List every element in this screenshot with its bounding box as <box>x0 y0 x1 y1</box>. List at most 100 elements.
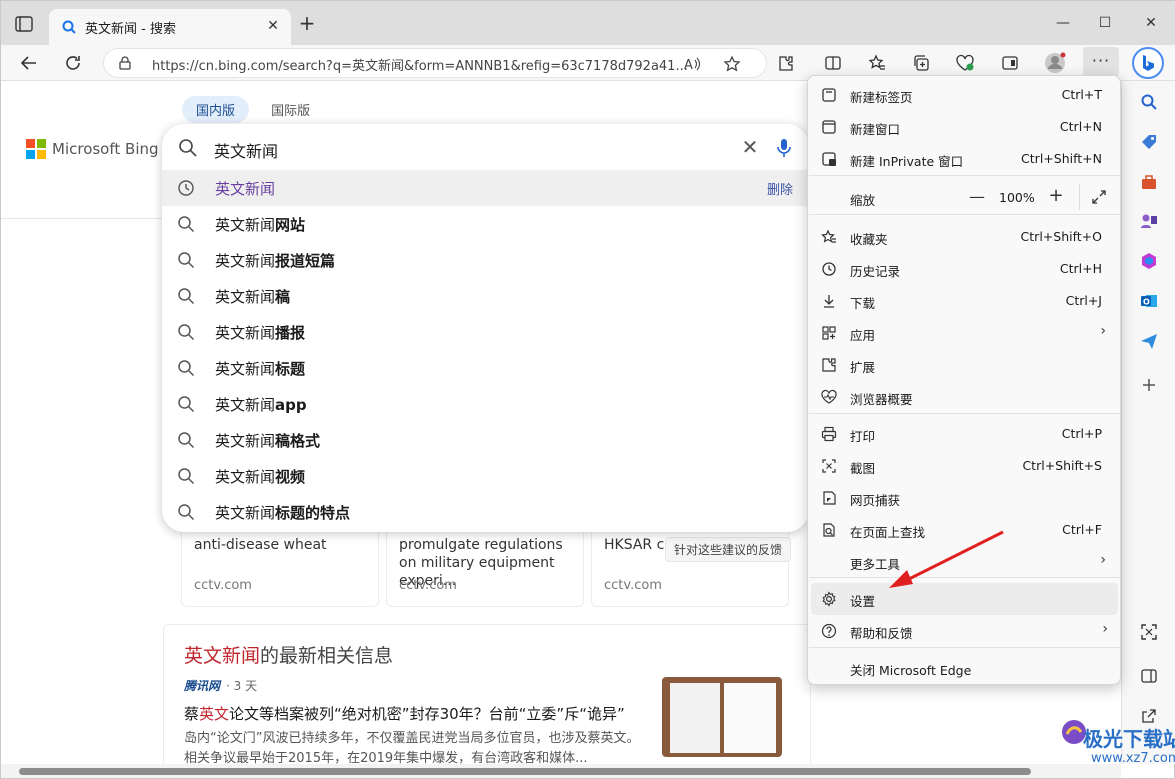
menu-item-extensions[interactable]: 扩展 <box>809 349 1120 381</box>
news-card-source: cctv.com <box>194 578 252 593</box>
sidebar-tools-icon[interactable] <box>1138 171 1160 193</box>
zoom-in-button[interactable]: + <box>1046 186 1066 206</box>
refresh-button[interactable] <box>59 49 87 77</box>
scope-tab-international[interactable]: 国际版 <box>257 96 324 123</box>
menu-item-shortcut: Ctrl+Shift+N <box>1021 151 1102 166</box>
sidebar-shopping-icon[interactable] <box>1138 131 1160 153</box>
sidebar-search-icon[interactable] <box>1138 91 1160 113</box>
menu-item-label: 新建标签页 <box>850 90 913 105</box>
menu-item-label: 新建 InPrivate 窗口 <box>850 154 964 169</box>
menu-item-shortcut: Ctrl+H <box>1059 261 1102 276</box>
delete-history-link[interactable]: 删除 <box>767 179 793 198</box>
menu-item-label: 历史记录 <box>850 264 901 279</box>
new-tab-button[interactable]: + <box>297 13 317 34</box>
url-text[interactable]: https://cn.bing.com/search?q=英文新闻&form=A… <box>152 55 692 74</box>
suggestion-feedback-link[interactable]: 针对这些建议的反馈 <box>665 537 792 562</box>
search-suggestion-item[interactable]: 英文新闻稿 <box>162 278 809 314</box>
menu-item-help-and-feedback[interactable]: 帮助和反馈 › <box>809 615 1120 647</box>
sidebar-add-icon[interactable] <box>1138 374 1160 396</box>
search-suggestion-item[interactable]: 英文新闻网站 <box>162 206 809 242</box>
menu-item-downloads[interactable]: 下载 Ctrl+J <box>809 285 1120 317</box>
read-aloud-icon[interactable]: A <box>682 54 702 74</box>
minimize-button[interactable]: — <box>1053 13 1073 33</box>
bing-copilot-icon[interactable] <box>1132 47 1164 79</box>
menu-item-favorites[interactable]: 收藏夹 Ctrl+Shift+O <box>809 221 1120 253</box>
close-window-button[interactable]: ✕ <box>1141 13 1161 33</box>
menu-item-shortcut: Ctrl+P <box>1061 426 1102 441</box>
suggestion-text: 英文新闻报道短篇 <box>215 252 336 270</box>
tab-actions-icon[interactable] <box>13 13 35 35</box>
profile-avatar-icon[interactable] <box>1044 52 1066 74</box>
horizontal-scrollbar[interactable] <box>1 764 1121 778</box>
favorite-star-icon[interactable] <box>722 54 742 74</box>
menu-item-new-window[interactable]: 新建窗口 Ctrl+N <box>809 111 1120 143</box>
news-source: 腾讯网 · 3 天 <box>184 677 257 694</box>
menu-divider <box>809 175 1120 176</box>
maximize-button[interactable]: ☐ <box>1095 13 1115 33</box>
microsoft-bing-logo[interactable]: Microsoft Bing <box>26 139 159 159</box>
chevron-right-icon: › <box>1100 323 1106 339</box>
settings-and-more-button[interactable]: ··· <box>1083 47 1119 77</box>
search-suggestion-item[interactable]: 英文新闻播报 <box>162 314 809 350</box>
collections-icon[interactable] <box>910 52 932 74</box>
menu-item-label: 新建窗口 <box>850 122 901 137</box>
menu-item-new-tab[interactable]: 新建标签页 Ctrl+T <box>809 79 1120 111</box>
address-bar[interactable]: https://cn.bing.com/search?q=英文新闻&form=A… <box>103 48 767 78</box>
watermark-text: 极光下载站 <box>1083 727 1175 751</box>
news-card-title[interactable]: anti-disease wheat <box>194 536 374 554</box>
search-suggestion-item[interactable]: 英文新闻报道短篇 <box>162 242 809 278</box>
new-window-icon <box>821 119 837 135</box>
scrollbar-thumb[interactable] <box>19 768 1031 775</box>
browser-essentials-icon[interactable] <box>954 52 976 74</box>
sidebar-games-icon[interactable] <box>1138 210 1160 232</box>
menu-item-print[interactable]: 打印 Ctrl+P <box>809 418 1120 450</box>
menu-item-browser-essentials[interactable]: 浏览器概要 <box>809 381 1120 413</box>
zoom-out-button[interactable]: — <box>967 187 987 207</box>
menu-item-web-capture[interactable]: 网页捕获 <box>809 482 1120 514</box>
search-suggestion-item[interactable]: 英文新闻稿格式 <box>162 422 809 458</box>
search-icon <box>177 251 195 269</box>
menu-item-label: 下载 <box>850 296 876 311</box>
search-suggestion-item[interactable]: 英文新闻视频 <box>162 458 809 494</box>
search-suggestion-item[interactable]: 英文新闻标题 <box>162 350 809 386</box>
back-button[interactable] <box>15 49 43 77</box>
search-suggestion-item[interactable]: 英文新闻app <box>162 386 809 422</box>
menu-item-label: 打印 <box>850 429 876 444</box>
menu-item-new-inprivate-window[interactable]: 新建 InPrivate 窗口 Ctrl+Shift+N <box>809 143 1120 175</box>
microphone-icon[interactable] <box>776 137 792 159</box>
menu-item-screenshot[interactable]: 截图 Ctrl+Shift+S <box>809 450 1120 482</box>
menu-item-apps[interactable]: 应用 › <box>809 317 1120 349</box>
clear-search-icon[interactable]: ✕ <box>740 137 760 157</box>
menu-item-label: 收藏夹 <box>850 232 888 247</box>
screenshot-sidebar-icon[interactable] <box>999 52 1021 74</box>
news-thumbnail[interactable] <box>662 677 782 757</box>
search-suggestion-item[interactable]: 英文新闻 删除 <box>162 170 809 206</box>
search-suggestion-item[interactable]: 英文新闻标题的特点 <box>162 494 809 530</box>
sidebar-microsoft365-icon[interactable] <box>1138 250 1160 272</box>
menu-item-history[interactable]: 历史记录 Ctrl+H <box>809 253 1120 285</box>
split-screen-icon[interactable] <box>822 52 844 74</box>
favorites-icon[interactable] <box>866 52 888 74</box>
sidebar-toggle-icon[interactable] <box>1138 665 1160 687</box>
extensions-icon <box>821 357 837 373</box>
sidebar-outlook-icon[interactable]: O <box>1138 290 1160 312</box>
screenshot-icon <box>821 458 837 474</box>
scope-tab-domestic[interactable]: 国内版 <box>182 96 250 123</box>
lock-icon[interactable] <box>118 56 132 70</box>
extensions-icon[interactable] <box>775 52 797 74</box>
tab-close-icon[interactable]: ✕ <box>265 18 281 34</box>
watermark-url: www.xz7.com <box>1091 751 1175 766</box>
microsoft-logo-icon <box>26 139 46 159</box>
suggestion-text: 英文新闻标题 <box>215 360 306 378</box>
menu-item-label: 截图 <box>850 461 876 476</box>
menu-item-close-edge[interactable]: 关闭 Microsoft Edge <box>809 652 1120 684</box>
browser-tab-active[interactable]: 英文新闻 - 搜索 ✕ <box>49 9 291 45</box>
fullscreen-icon[interactable] <box>1090 188 1108 206</box>
suggestion-text: 英文新闻标题的特点 <box>215 504 351 522</box>
sidebar-screen-capture-icon[interactable] <box>1138 621 1160 643</box>
browser-essentials-icon <box>821 389 837 405</box>
news-title-link[interactable]: 蔡英文论文等档案被列“绝对机密”封存30年？台前“立委”斥“诡异” <box>184 703 625 724</box>
news-source-logo[interactable]: 腾讯网 <box>184 677 220 694</box>
sidebar-send-icon[interactable] <box>1138 330 1160 352</box>
search-input[interactable]: 英文新闻 <box>214 138 278 162</box>
